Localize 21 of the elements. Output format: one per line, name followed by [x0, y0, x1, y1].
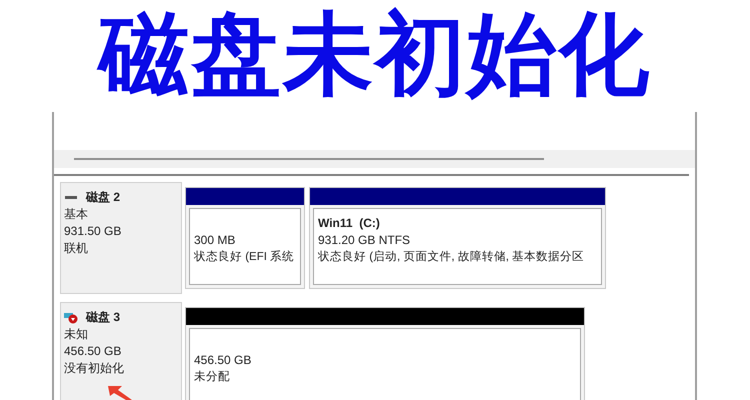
disk-label-panel[interactable]: 磁盘 2 基本 931.50 GB 联机: [60, 182, 182, 294]
partition-label: Win11 (C:): [318, 215, 381, 232]
partition-size: 300 MB: [194, 232, 236, 249]
partition-box[interactable]: 300 MB 状态良好 (EFI 系统: [189, 208, 301, 285]
disk-name: 磁盘 3: [86, 309, 120, 326]
partition-size: 931.20 GB NTFS: [318, 232, 412, 249]
disk-size: 931.50 GB: [64, 223, 122, 240]
disk-label-panel[interactable]: 磁盘 3 未知 456.50 GB 没有初始化: [60, 302, 182, 400]
partition-size: 456.50 GB: [194, 352, 252, 369]
disk-size: 456.50 GB: [64, 343, 122, 360]
disk-name: 磁盘 2: [86, 189, 120, 206]
partition-status: 状态良好 (EFI 系统: [194, 249, 296, 265]
partition-status: 状态良好 (启动, 页面文件, 故障转储, 基本数据分区: [318, 250, 586, 265]
disk-type: 未知: [64, 326, 89, 343]
horizontal-scrollbar[interactable]: [54, 150, 695, 168]
disk-status: 没有初始化: [64, 360, 125, 377]
partition-status: 未分配: [194, 370, 231, 385]
disk-status: 联机: [64, 240, 89, 257]
disk-type: 基本: [64, 206, 89, 223]
partition-box[interactable]: Win11 (C:) 931.20 GB NTFS 状态良好 (启动, 页面文件, 故障转储, 基本数据分区: [313, 208, 602, 285]
partition-box[interactable]: 456.50 GB 未分配: [189, 328, 581, 400]
